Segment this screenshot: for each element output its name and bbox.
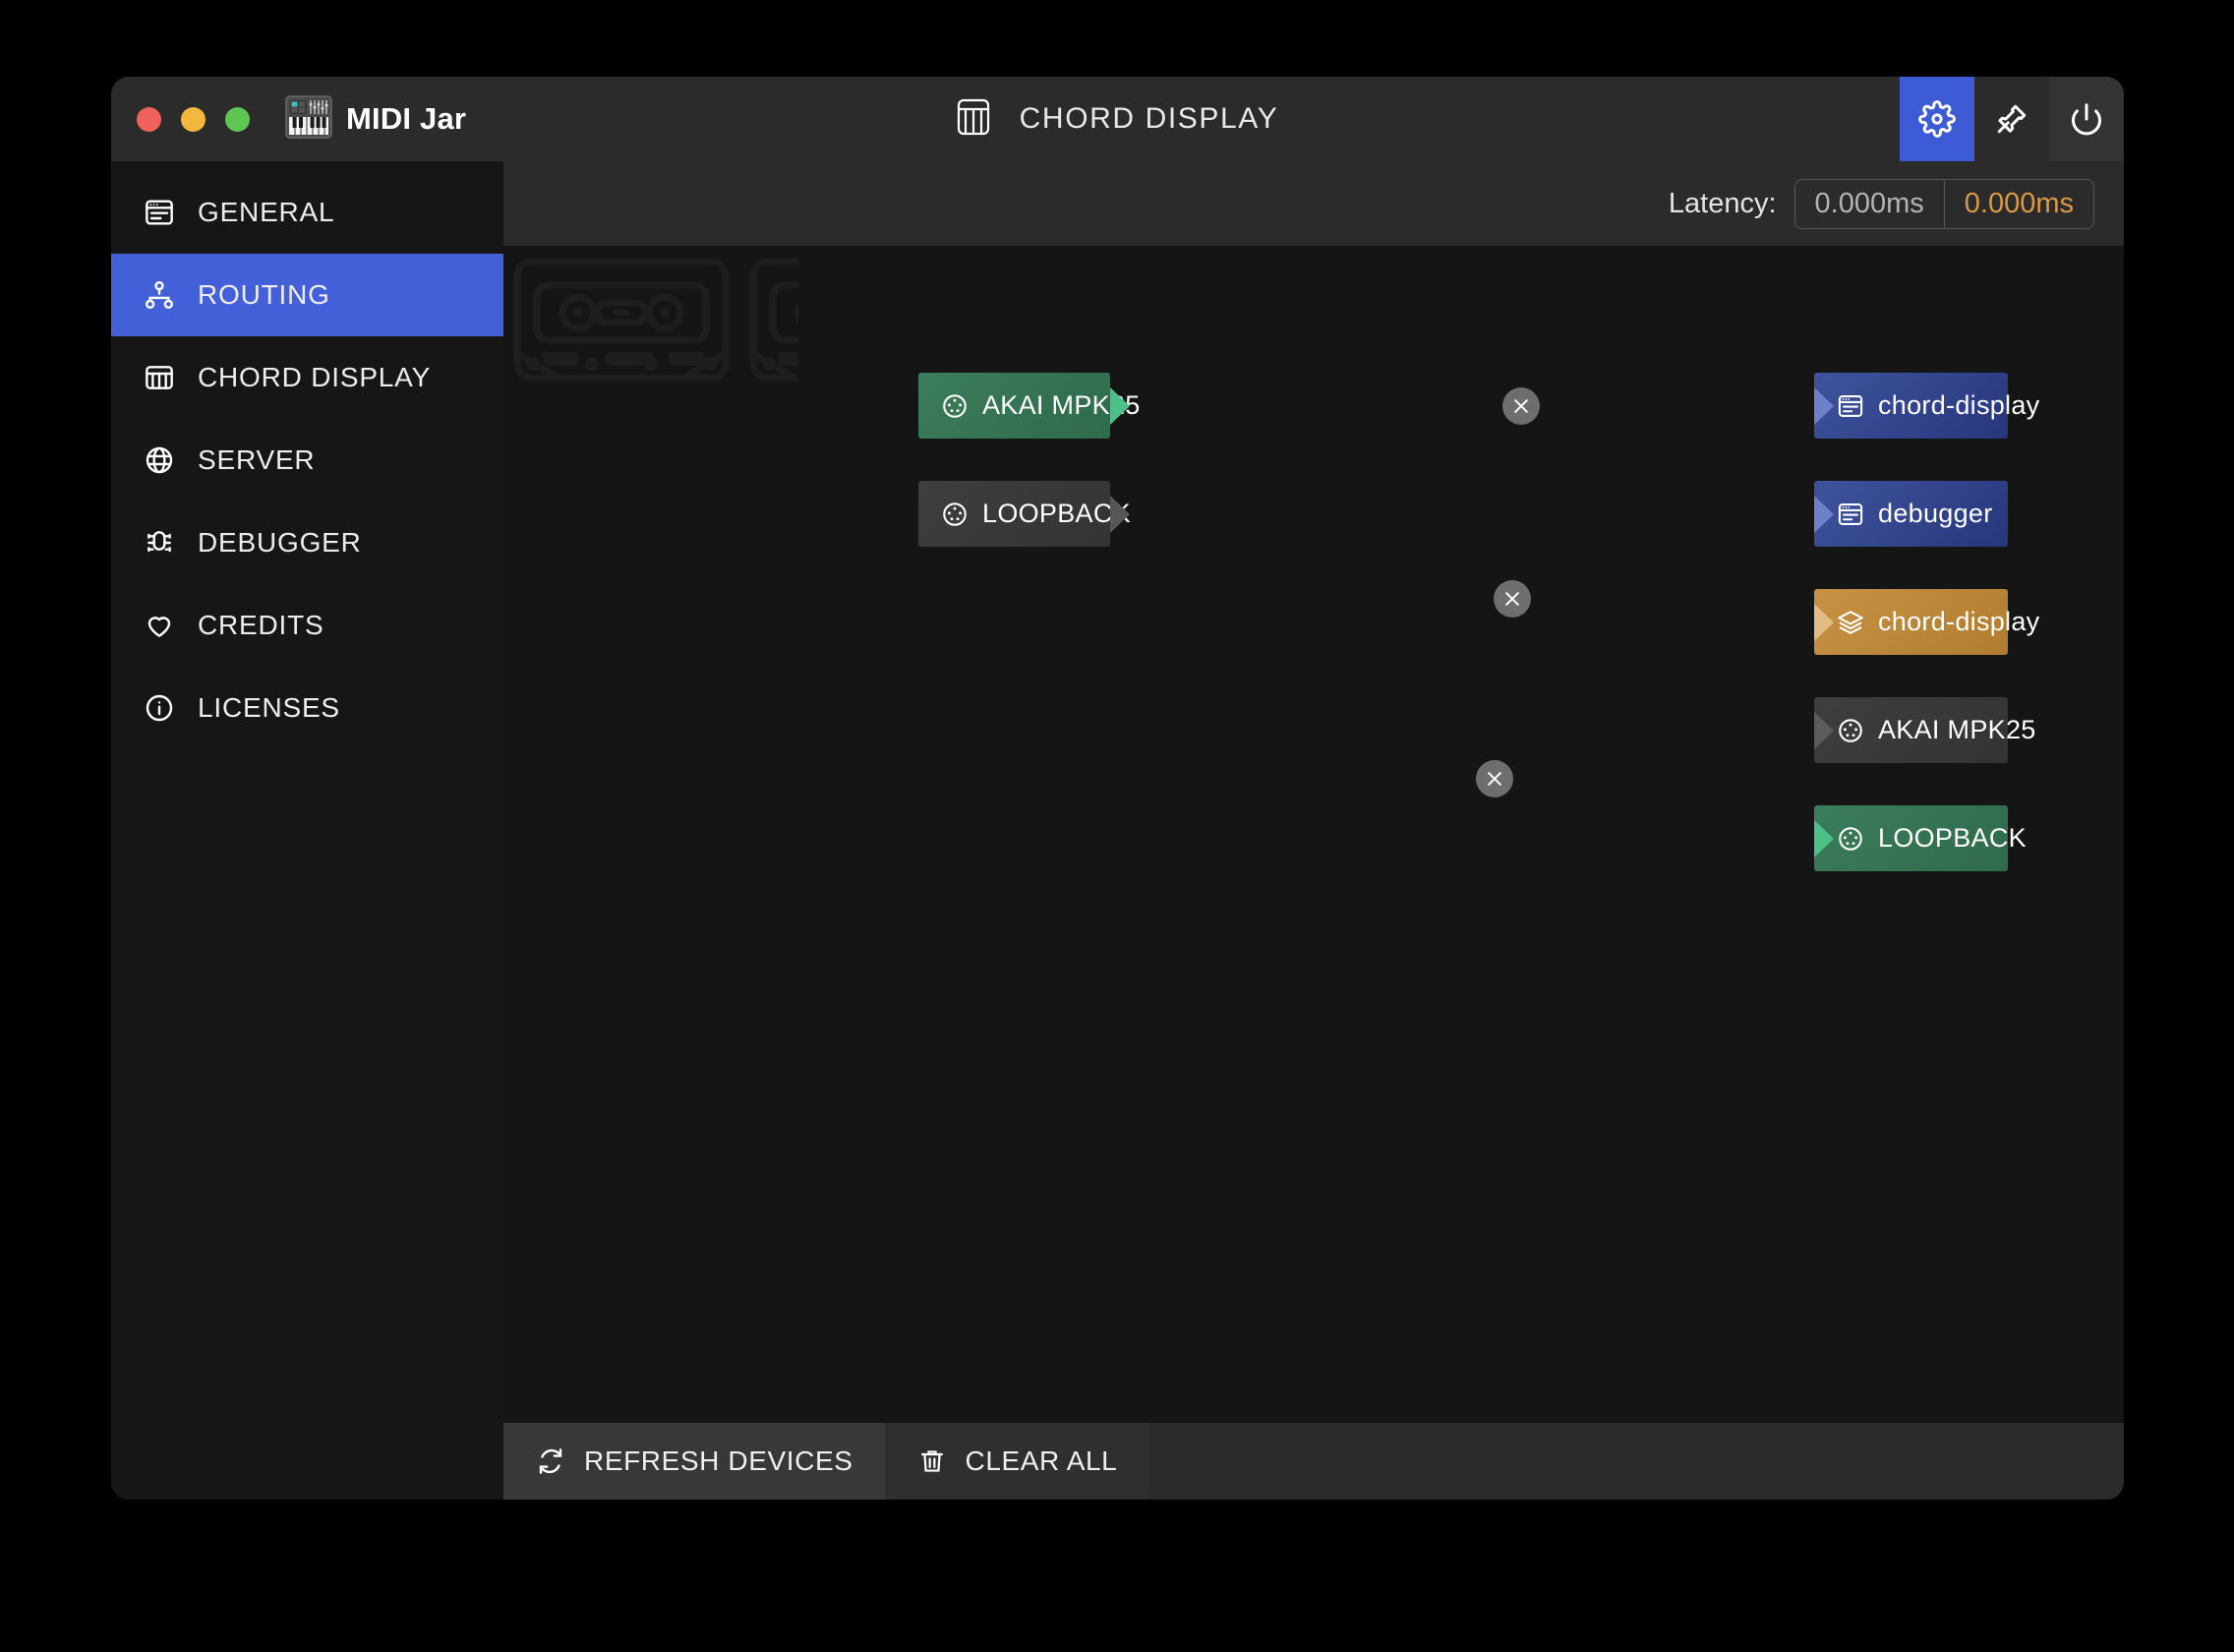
midi-din-icon: [1836, 716, 1865, 745]
sidebar-item-label: SERVER: [198, 444, 315, 476]
midi-din-icon: [940, 391, 970, 421]
routing-canvas[interactable]: AKAI MPK25: [503, 246, 2124, 1423]
delete-connection-button[interactable]: [1502, 387, 1540, 425]
window-icon: [1836, 500, 1865, 529]
sidebar-item-credits[interactable]: CREDITS: [111, 584, 503, 667]
latency-label: Latency:: [1669, 188, 1777, 220]
node-input-port[interactable]: [1814, 820, 1834, 857]
content-area: Latency: 0.000ms 0.000ms: [503, 161, 2124, 1500]
trash-icon: [916, 1446, 948, 1477]
node-label: LOOPBACK: [1878, 823, 2027, 854]
target-node-chord-display-internal[interactable]: chord-display: [1814, 589, 2008, 655]
sidebar-item-label: CREDITS: [198, 610, 324, 641]
close-icon: [1502, 589, 1522, 609]
node-label-row: chord-display: [1814, 589, 2008, 637]
power-button[interactable]: [2049, 77, 2124, 161]
latency-output-value: 0.000ms: [1945, 180, 2093, 228]
sidebar-item-routing[interactable]: ROUTING: [111, 254, 503, 336]
app-window: MIDI Jar CHORD DISPLAY: [111, 77, 2124, 1500]
node-label: chord-display: [1878, 390, 2039, 421]
node-label-row: chord-display: [1814, 373, 2008, 421]
node-input-port[interactable]: [1814, 387, 1834, 425]
bug-icon: [143, 526, 176, 560]
target-node-loopback[interactable]: LOOPBACK: [1814, 805, 2008, 871]
sidebar: GENERAL ROUTING: [111, 161, 503, 1500]
sidebar-item-general[interactable]: GENERAL: [111, 171, 503, 254]
target-node-akai-mpk25[interactable]: AKAI MPK25: [1814, 697, 2008, 763]
refresh-devices-button[interactable]: REFRESH DEVICES: [503, 1423, 885, 1500]
node-label: debugger: [1878, 499, 1993, 529]
node-label-row: AKAI MPK25: [918, 373, 1110, 421]
midi-din-icon: [1836, 824, 1865, 854]
traffic-lights: [111, 107, 250, 132]
sidebar-item-label: GENERAL: [198, 197, 334, 228]
app-title: MIDI Jar: [346, 101, 466, 137]
target-node-debugger[interactable]: debugger: [1814, 481, 2008, 547]
page-title: CHORD DISPLAY: [1020, 102, 1279, 136]
node-input-port[interactable]: [1814, 712, 1834, 749]
refresh-devices-label: REFRESH DEVICES: [584, 1446, 853, 1477]
piano-keys-icon: [957, 98, 990, 141]
node-output-port[interactable]: [1110, 387, 1130, 425]
minimize-window-button[interactable]: [181, 107, 206, 132]
window-icon: [143, 196, 176, 229]
window-icon: [1836, 391, 1865, 421]
title-bar: MIDI Jar CHORD DISPLAY: [111, 77, 2124, 161]
node-output-port[interactable]: [1110, 496, 1130, 533]
node-label-row: debugger: [1814, 481, 2008, 529]
node-label: LOOPBACK: [982, 499, 1131, 529]
node-label-row: LOOPBACK: [918, 481, 1110, 529]
latency-input-value: 0.000ms: [1795, 180, 1945, 228]
sidebar-item-server[interactable]: SERVER: [111, 419, 503, 502]
delete-connection-button[interactable]: [1476, 760, 1513, 797]
sidebar-item-label: ROUTING: [198, 279, 330, 311]
sidebar-item-chord-display[interactable]: CHORD DISPLAY: [111, 336, 503, 419]
sidebar-item-label: DEBUGGER: [198, 527, 362, 559]
clear-all-label: CLEAR ALL: [966, 1446, 1118, 1477]
refresh-icon: [535, 1446, 566, 1477]
connections-layer: [503, 246, 798, 393]
maximize-window-button[interactable]: [225, 107, 250, 132]
node-label: AKAI MPK25: [1878, 715, 2036, 745]
globe-icon: [143, 443, 176, 477]
sidebar-item-debugger[interactable]: DEBUGGER: [111, 502, 503, 584]
midi-din-icon: [940, 500, 970, 529]
midi-keyboard-icon: [285, 95, 332, 144]
clear-all-button[interactable]: CLEAR ALL: [885, 1423, 1149, 1500]
bottom-toolbar: REFRESH DEVICES CLEAR ALL: [503, 1423, 2124, 1500]
delete-connection-button[interactable]: [1494, 580, 1531, 618]
sidebar-item-label: CHORD DISPLAY: [198, 362, 431, 393]
latency-bar: Latency: 0.000ms 0.000ms: [503, 161, 2124, 246]
info-icon: [143, 691, 176, 725]
latency-values: 0.000ms 0.000ms: [1794, 179, 2094, 229]
app-identity: MIDI Jar: [285, 95, 466, 144]
pin-button[interactable]: [1974, 77, 2049, 161]
close-window-button[interactable]: [137, 107, 161, 132]
node-label: chord-display: [1878, 607, 2039, 637]
piano-icon: [143, 361, 176, 394]
close-icon: [1511, 396, 1531, 416]
layers-icon: [1836, 608, 1865, 637]
sitemap-icon: [143, 278, 176, 312]
body-split: GENERAL ROUTING: [111, 161, 2124, 1500]
source-node-loopback[interactable]: LOOPBACK: [918, 481, 1110, 547]
sidebar-item-licenses[interactable]: LICENSES: [111, 667, 503, 749]
node-input-port[interactable]: [1814, 604, 1834, 641]
target-node-chord-display-window[interactable]: chord-display: [1814, 373, 2008, 439]
heart-icon: [143, 609, 176, 642]
toolbar-filler: [1148, 1423, 2124, 1500]
settings-button[interactable]: [1900, 77, 1974, 161]
node-label-row: LOOPBACK: [1814, 805, 2008, 854]
node-input-port[interactable]: [1814, 496, 1834, 533]
titlebar-actions: [1900, 77, 2124, 161]
source-node-akai-mpk25[interactable]: AKAI MPK25: [918, 373, 1110, 439]
close-icon: [1485, 769, 1504, 789]
node-label-row: AKAI MPK25: [1814, 697, 2008, 745]
sidebar-item-label: LICENSES: [198, 692, 340, 724]
